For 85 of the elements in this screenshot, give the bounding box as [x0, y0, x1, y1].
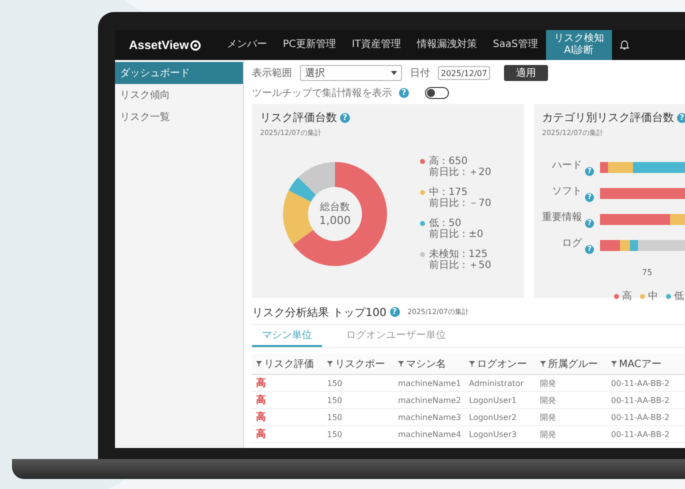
table-cell: machineName4: [398, 430, 462, 438]
logo-ring-icon: [190, 40, 201, 50]
nav-tab[interactable]: PC更新管理: [274, 30, 344, 60]
filter-icon[interactable]: [327, 361, 333, 367]
table-cell: 開発: [540, 428, 556, 440]
nav-tab[interactable]: SaaS管理: [484, 30, 546, 60]
legend-name: 中: [648, 290, 658, 303]
center-value: 1,000: [319, 214, 351, 227]
table-cell: 150: [327, 396, 342, 404]
category-label: ハード: [552, 159, 582, 172]
table-cell: Administrator: [469, 378, 524, 388]
table-cell: 高: [256, 393, 266, 407]
range-label: 表示範囲: [252, 66, 292, 80]
legend-diff: : ＋50: [462, 260, 492, 271]
legend-diff-label: 前日比: [429, 229, 459, 240]
bell-icon[interactable]: [620, 40, 629, 50]
table-cell: 150: [327, 412, 342, 422]
filter-icon[interactable]: [540, 361, 546, 367]
sidebar-item[interactable]: ダッシュボード: [115, 62, 243, 84]
legend-diff: : ±0: [462, 229, 484, 240]
table-cell: 00-11-AA-BB-2: [611, 396, 670, 404]
legend-count: : 50: [442, 218, 462, 229]
table-cell: 高: [256, 427, 266, 441]
date-field[interactable]: 2025/12/07: [438, 66, 490, 80]
category-label: 重要情報: [542, 210, 582, 224]
nav-tab[interactable]: IT資産管理: [344, 30, 409, 60]
toggle-switch[interactable]: [425, 87, 449, 99]
table-cell: 00-11-AA-BB-2: [611, 412, 670, 422]
table-cell: LogonUser3: [469, 430, 517, 438]
filter-icon[interactable]: [398, 361, 404, 367]
app-logo: AssetView: [129, 38, 189, 52]
table-cell: 開発: [540, 378, 556, 388]
table-cell: 00-11-AA-BB-2: [611, 430, 670, 438]
card-title: カテゴリ別リスク評価台数: [542, 110, 674, 125]
legend-name: 低: [429, 218, 439, 229]
table-cell: 開発: [540, 394, 556, 406]
legend-diff: : ＋20: [462, 167, 492, 178]
legend-name: 高: [622, 290, 632, 303]
table-cell: machineName3: [398, 412, 462, 422]
legend-count: : 175: [442, 187, 468, 198]
column-header[interactable]: 所属グルー: [548, 357, 598, 371]
column-header[interactable]: MACアー: [619, 357, 662, 371]
filter-icon[interactable]: [256, 361, 262, 367]
legend-diff-label: 前日比: [429, 167, 459, 178]
table-cell: 150: [327, 430, 342, 438]
nav-tab[interactable]: リスク検知 AI診断: [546, 30, 612, 60]
column-header[interactable]: リスク評価: [264, 357, 314, 371]
nav-tab[interactable]: 情報漏洩対策: [408, 30, 485, 60]
range-dropdown[interactable]: 選択: [300, 65, 402, 81]
card-title: リスク評価台数: [260, 110, 337, 125]
section-title: リスク分析結果 トップ100: [252, 304, 386, 320]
nav-tab[interactable]: メンバー: [218, 30, 275, 60]
legend-count: : 650: [442, 156, 468, 167]
dropdown-caret-icon: [391, 71, 397, 75]
column-header[interactable]: リスクポー: [335, 357, 385, 371]
legend-count: : 125: [462, 249, 488, 260]
sidebar-item[interactable]: リスク一覧: [115, 106, 243, 128]
sidebar-item[interactable]: リスク傾向: [115, 84, 243, 106]
legend-diff-label: 前日比: [429, 198, 459, 209]
legend-name: 低: [674, 290, 684, 303]
filter-icon[interactable]: [469, 361, 475, 367]
axis-tick-label: 75: [642, 268, 654, 277]
table-cell: machineName2: [398, 396, 462, 404]
legend-name: 高: [429, 156, 439, 167]
table-cell: 150: [327, 378, 342, 388]
table-cell: LogonUser2: [469, 412, 517, 422]
category-label: ログ: [562, 237, 582, 250]
table-cell: machineName1: [398, 378, 462, 388]
center-label: 総台数: [320, 200, 350, 214]
table-cell: 高: [256, 376, 266, 390]
date-label: 日付: [410, 67, 430, 80]
column-header[interactable]: ログオンー: [477, 357, 527, 371]
column-header[interactable]: マシン名: [406, 357, 446, 371]
legend-diff: : －70: [462, 198, 492, 209]
table-cell: 開発: [540, 412, 556, 422]
table-cell: 高: [256, 410, 266, 424]
filter-icon[interactable]: [611, 361, 617, 367]
tooltip-toggle-label: ツールチップで集計情報を表示: [252, 86, 392, 100]
legend-name: 未検知: [429, 249, 459, 260]
legend-name: 中: [429, 187, 439, 198]
table-cell: LogonUser1: [469, 396, 517, 404]
table-cell: 00-11-AA-BB-2: [611, 378, 670, 388]
legend-diff-label: 前日比: [429, 260, 459, 271]
apply-button[interactable]: 適用: [504, 65, 548, 81]
category-label: ソフト: [552, 185, 582, 198]
